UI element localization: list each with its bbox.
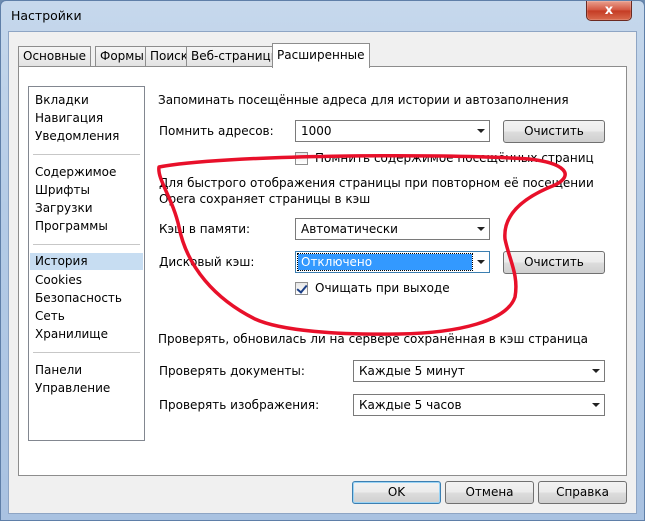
clear-history-button[interactable]: Очистить <box>503 120 605 143</box>
sidebar-item-network[interactable]: Сеть <box>35 309 65 323</box>
cache-description-line1: Для быстрого отображения страницы при по… <box>159 176 594 190</box>
dialog-client-area: Основные Формы Поиск Веб-страницы Расшир… <box>8 31 637 514</box>
tab-web-pages[interactable]: Веб-страницы <box>186 46 286 67</box>
sidebar-item-notifications[interactable]: Уведомления <box>35 129 119 143</box>
sidebar-item-cookies[interactable]: Cookies <box>35 273 82 287</box>
sidebar-item-fonts[interactable]: Шрифты <box>35 183 90 197</box>
check-documents-label: Проверять документы: <box>159 364 305 378</box>
sidebar-item-content[interactable]: Содержимое <box>35 165 116 179</box>
sidebar-divider <box>33 352 140 353</box>
sidebar-item-management[interactable]: Управление <box>35 381 110 395</box>
check-images-label: Проверять изображения: <box>159 398 320 412</box>
ok-button[interactable]: OK <box>352 481 441 504</box>
sidebar-item-tabs[interactable]: Вкладки <box>35 93 89 107</box>
tab-advanced[interactable]: Расширенные <box>272 43 370 68</box>
sidebar-item-history[interactable]: История <box>30 253 143 270</box>
clear-disk-cache-button[interactable]: Очистить <box>503 251 605 274</box>
history-heading: Запоминать посещённые адреса для истории… <box>158 93 569 107</box>
sidebar-item-security[interactable]: Безопасность <box>35 291 122 305</box>
category-list[interactable]: Вкладки Навигация Уведомления Содержимое… <box>28 86 145 441</box>
disk-cache-value: Отключено <box>297 253 473 271</box>
chevron-down-icon <box>477 129 485 133</box>
sidebar-item-storage[interactable]: Хранилище <box>35 327 108 341</box>
chevron-down-icon <box>477 227 485 231</box>
chevron-down-icon <box>477 260 485 264</box>
sidebar-divider <box>33 244 140 245</box>
remember-addresses-select[interactable]: 1000 <box>295 120 490 142</box>
cache-description-line2: Opera сохраняет страницы в кэш <box>159 192 371 206</box>
sidebar-item-navigation[interactable]: Навигация <box>35 111 103 125</box>
window-title: Настройки <box>11 8 82 23</box>
memory-cache-value: Автоматически <box>301 222 398 236</box>
disk-cache-label: Дисковый кэш: <box>159 255 255 269</box>
check-images-select[interactable]: Каждые 5 часов <box>353 394 605 416</box>
chevron-down-icon <box>592 403 600 407</box>
remember-addresses-label: Помнить адресов: <box>159 124 274 138</box>
clear-on-exit-checkbox[interactable] <box>295 282 308 295</box>
settings-window: Настройки x Основные Формы Поиск Веб-стр… <box>0 0 645 521</box>
tab-forms[interactable]: Формы <box>95 46 149 67</box>
title-bar[interactable]: Настройки x <box>1 1 644 31</box>
memory-cache-label: Кэш в памяти: <box>159 222 251 236</box>
check-heading: Проверять, обновилась ли на сервере сохр… <box>158 332 588 346</box>
advanced-tab-panel: Вкладки Навигация Уведомления Содержимое… <box>18 66 627 476</box>
disk-cache-select[interactable]: Отключено <box>295 251 490 273</box>
check-documents-value: Каждые 5 минут <box>359 364 465 378</box>
help-button[interactable]: Справка <box>538 481 627 504</box>
cancel-button[interactable]: Отмена <box>445 481 534 504</box>
check-documents-select[interactable]: Каждые 5 минут <box>353 360 605 382</box>
tab-basic[interactable]: Основные <box>18 46 92 67</box>
remember-content-checkbox[interactable] <box>295 152 308 165</box>
chevron-down-icon <box>592 369 600 373</box>
remember-content-label: Помнить содержимое посещённых страниц <box>315 151 594 165</box>
sidebar-item-downloads[interactable]: Загрузки <box>35 201 93 215</box>
remember-addresses-value: 1000 <box>301 124 332 138</box>
sidebar-item-programs[interactable]: Программы <box>35 219 108 233</box>
close-icon: x <box>604 3 614 18</box>
check-images-value: Каждые 5 часов <box>359 398 462 412</box>
sidebar-divider <box>33 154 140 155</box>
close-button[interactable]: x <box>586 1 632 21</box>
memory-cache-select[interactable]: Автоматически <box>295 218 490 240</box>
clear-on-exit-label: Очищать при выходе <box>315 281 450 295</box>
sidebar-item-toolbars[interactable]: Панели <box>35 363 82 377</box>
